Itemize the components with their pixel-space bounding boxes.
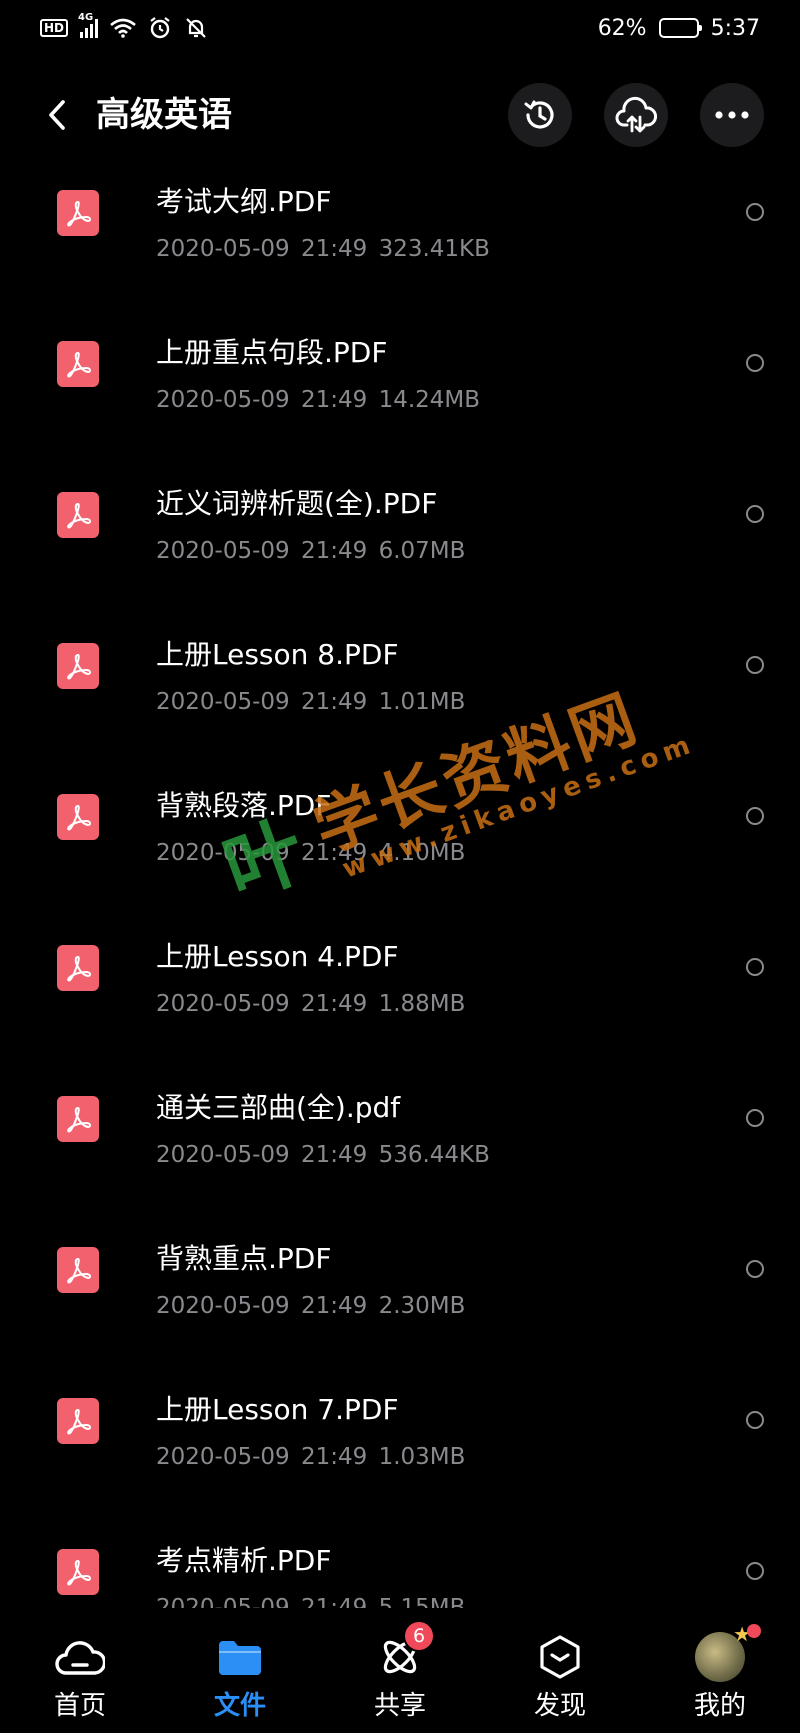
signal-icon: 4G [78, 12, 99, 38]
tab-home-label: 首页 [53, 1691, 106, 1721]
share-atom-icon: 6 [375, 1620, 435, 1682]
select-radio[interactable] [746, 1562, 764, 1580]
folder-icon [215, 1632, 265, 1682]
pdf-file-icon [57, 643, 99, 689]
pdf-file-icon [57, 945, 99, 991]
select-radio[interactable] [746, 958, 764, 976]
file-meta: 2020-05-09 21:49 14.24MB [156, 387, 481, 413]
tab-share-label: 共享 [373, 1691, 426, 1721]
battery-icon [658, 18, 702, 38]
alarm-icon [150, 17, 170, 39]
file-meta: 2020-05-09 21:49 1.01MB [156, 689, 466, 715]
hd-icon: HD [40, 19, 69, 37]
tab-discover-label: 发现 [533, 1691, 586, 1721]
file-name: 背熟重点.PDF [156, 1242, 332, 1275]
file-list: 考试大纲.PDF 2020-05-09 21:49 323.41KB 上册重点句段.… [0, 156, 800, 1608]
file-name: 近义词辨析题(全).PDF [156, 487, 438, 520]
select-radio[interactable] [746, 505, 764, 523]
bottom-nav: 首页 文件 6 共享 发现 ★ 我的 [0, 1608, 800, 1733]
status-left: HD 4G [40, 12, 208, 40]
tab-files-label: 文件 [213, 1691, 266, 1721]
home-cloud-icon [55, 1632, 105, 1682]
select-radio[interactable] [746, 656, 764, 674]
file-meta: 2020-05-09 21:49 536.44KB [156, 1142, 490, 1168]
more-icon [715, 111, 749, 119]
clock: 5:37 [710, 15, 760, 41]
pdf-file-icon [57, 1398, 99, 1444]
file-row[interactable]: 上册Lesson 8.PDF 2020-05-09 21:49 1.01MB [0, 609, 800, 760]
file-name: 考试大纲.PDF [156, 185, 332, 218]
file-row[interactable]: 考点精析.PDF 2020-05-09 21:49 5.15MB [0, 1515, 800, 1608]
pdf-file-icon [57, 1247, 99, 1293]
cloud-transfer-button[interactable] [604, 83, 668, 147]
back-arrow-icon [49, 100, 65, 130]
select-radio[interactable] [746, 354, 764, 372]
pdf-file-icon [57, 341, 99, 387]
tab-files[interactable]: 文件 [160, 1608, 320, 1733]
file-name: 上册Lesson 8.PDF [156, 638, 399, 671]
history-button[interactable] [508, 83, 572, 147]
file-name: 上册Lesson 4.PDF [156, 940, 399, 973]
file-meta: 2020-05-09 21:49 1.88MB [156, 991, 466, 1017]
status-right: 62% 5:37 [598, 16, 760, 41]
tab-me-label: 我的 [693, 1691, 746, 1721]
notification-dot [747, 1624, 761, 1638]
file-row[interactable]: 近义词辨析题(全).PDF 2020-05-09 21:49 6.07MB [0, 458, 800, 609]
avatar-wrapper: ★ [695, 1622, 761, 1682]
discover-box-icon [535, 1632, 585, 1682]
back-button[interactable] [36, 94, 78, 136]
file-name: 考点精析.PDF [156, 1544, 332, 1577]
page-title: 高级英语 [96, 95, 232, 135]
file-name: 背熟段落.PDF [156, 789, 332, 822]
mute-bell-icon [186, 18, 206, 38]
more-button[interactable] [700, 83, 764, 147]
file-row[interactable]: 上册Lesson 7.PDF 2020-05-09 21:49 1.03MB [0, 1364, 800, 1515]
tab-me[interactable]: ★ 我的 [640, 1608, 800, 1733]
status-bar: HD 4G 62% 5:37 [0, 0, 800, 56]
pdf-file-icon [57, 1549, 99, 1595]
file-name: 上册Lesson 7.PDF [156, 1393, 399, 1426]
file-row[interactable]: 上册重点句段.PDF 2020-05-09 21:49 14.24MB [0, 307, 800, 458]
file-row[interactable]: 通关三部曲(全).pdf 2020-05-09 21:49 536.44KB [0, 1062, 800, 1213]
tab-discover[interactable]: 发现 [480, 1608, 640, 1733]
network-type: 4G [78, 12, 94, 23]
pdf-file-icon [57, 190, 99, 236]
cloud-transfer-icon [615, 96, 657, 133]
select-radio[interactable] [746, 807, 764, 825]
file-meta: 2020-05-09 21:49 6.07MB [156, 538, 466, 564]
file-meta: 2020-05-09 21:49 1.03MB [156, 1444, 466, 1470]
file-meta: 2020-05-09 21:49 323.41KB [156, 236, 490, 262]
file-row[interactable]: 考试大纲.PDF 2020-05-09 21:49 323.41KB [0, 156, 800, 307]
file-row[interactable]: 背熟段落.PDF 2020-05-09 21:49 4.10MB [0, 760, 800, 911]
file-meta: 2020-05-09 21:49 5.15MB [156, 1595, 466, 1608]
tab-home[interactable]: 首页 [0, 1608, 160, 1733]
select-radio[interactable] [746, 1109, 764, 1127]
file-row[interactable]: 上册Lesson 4.PDF 2020-05-09 21:49 1.88MB [0, 911, 800, 1062]
pdf-file-icon [57, 794, 99, 840]
pdf-file-icon [57, 1096, 99, 1142]
file-name: 上册重点句段.PDF [156, 336, 388, 369]
file-row[interactable]: 背熟重点.PDF 2020-05-09 21:49 2.30MB [0, 1213, 800, 1364]
select-radio[interactable] [746, 1411, 764, 1429]
file-meta: 2020-05-09 21:49 4.10MB [156, 840, 466, 866]
select-radio[interactable] [746, 203, 764, 221]
app-header: 高级英语 [0, 78, 800, 152]
avatar: ★ [695, 1622, 761, 1682]
share-badge: 6 [403, 1620, 435, 1652]
file-name: 通关三部曲(全).pdf [156, 1091, 401, 1124]
file-meta: 2020-05-09 21:49 2.30MB [156, 1293, 466, 1319]
history-icon [524, 100, 554, 129]
pdf-file-icon [57, 492, 99, 538]
tab-share[interactable]: 6 共享 [320, 1608, 480, 1733]
select-radio[interactable] [746, 1260, 764, 1278]
battery-percent: 62% [597, 15, 647, 41]
wifi-icon [110, 18, 136, 38]
